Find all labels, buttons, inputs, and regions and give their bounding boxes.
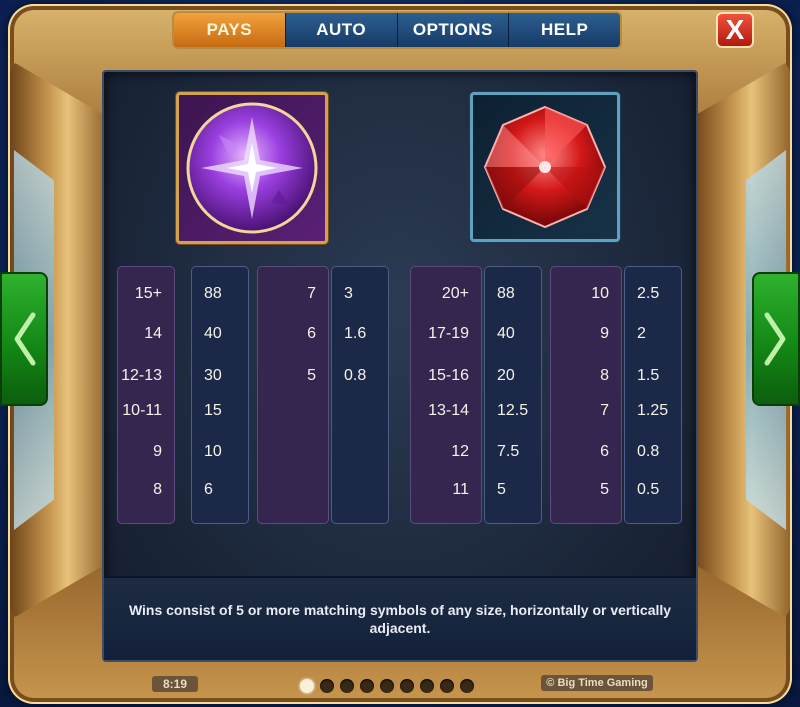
count-cell: 9 <box>600 325 609 342</box>
pay-cell: 0.5 <box>637 481 660 498</box>
red-gem-icon <box>470 92 620 242</box>
pay-cell: 20 <box>497 367 515 384</box>
pay-cell: 88 <box>204 285 222 302</box>
count-cell: 6 <box>307 325 316 342</box>
count-cell: 9 <box>153 443 162 460</box>
count-cell: 5 <box>600 481 609 498</box>
count-cell: 15-16 <box>428 367 469 384</box>
pay-cell: 12.5 <box>497 402 529 419</box>
brand-label: © Big Time Gaming <box>541 675 653 691</box>
count-cell: 10-11 <box>122 402 162 419</box>
page-dot[interactable] <box>460 679 474 693</box>
page-dot[interactable] <box>440 679 454 693</box>
page-dot[interactable] <box>360 679 374 693</box>
pay-cell: 3 <box>344 285 353 302</box>
page-dot[interactable] <box>380 679 394 693</box>
pay-cell: 0.8 <box>637 443 660 460</box>
pay-cell: 88 <box>497 285 515 302</box>
count-cell: 8 <box>153 481 162 498</box>
page-dot[interactable] <box>420 679 434 693</box>
paytable-panel: 15+ 14 12-13 10-11 9 8 88 40 30 15 10 6 … <box>102 70 698 662</box>
purple-pay-column-1: 88 40 30 15 10 6 <box>191 266 249 524</box>
tab-help[interactable]: HELP <box>509 13 620 47</box>
tab-auto[interactable]: AUTO <box>285 13 398 47</box>
pay-cell: 5 <box>497 481 506 498</box>
previous-page-button[interactable] <box>0 272 48 406</box>
count-cell: 14 <box>144 325 162 342</box>
red-count-column-2: 10 9 8 7 6 5 <box>550 266 622 524</box>
pay-cell: 1.25 <box>637 402 669 419</box>
pay-cell: 2.5 <box>637 285 660 302</box>
count-cell: 15+ <box>134 285 162 302</box>
tab-pays[interactable]: PAYS <box>174 13 286 47</box>
chevron-right-icon <box>764 312 786 366</box>
red-pay-column-1: 88 40 20 12.5 7.5 5 <box>484 266 542 524</box>
red-count-column-1: 20+ 17-19 15-16 13-14 12 11 <box>410 266 482 524</box>
pay-cell: 6 <box>204 481 213 498</box>
pay-cell: 7.5 <box>497 443 520 460</box>
count-cell: 8 <box>600 367 609 384</box>
count-cell: 7 <box>307 285 316 302</box>
count-cell: 13-14 <box>428 402 469 419</box>
page-dot[interactable] <box>320 679 334 693</box>
rules-description: Wins consist of 5 or more matching symbo… <box>128 602 672 636</box>
purple-count-column-1: 15+ 14 12-13 10-11 9 8 <box>117 266 175 524</box>
count-cell: 20+ <box>441 285 469 302</box>
pay-cell: 30 <box>204 367 222 384</box>
count-cell: 12-13 <box>121 367 162 384</box>
next-page-button[interactable] <box>752 272 800 406</box>
tab-options[interactable]: OPTIONS <box>397 13 510 47</box>
count-cell: 5 <box>307 367 316 384</box>
tab-bar: PAYS AUTO OPTIONS HELP <box>172 11 622 49</box>
page-dot[interactable] <box>300 679 314 693</box>
count-cell: 6 <box>600 443 609 460</box>
page-dot[interactable] <box>400 679 414 693</box>
pay-cell: 1.6 <box>344 325 367 342</box>
pay-cell: 15 <box>204 402 222 419</box>
pay-cell: 10 <box>204 443 222 460</box>
count-cell: 17-19 <box>428 325 469 342</box>
count-cell: 10 <box>591 285 609 302</box>
purple-pay-column-2: 3 1.6 0.8 <box>331 266 389 524</box>
close-button[interactable]: X <box>716 12 754 48</box>
pay-cell: 40 <box>204 325 222 342</box>
chevron-left-icon <box>14 312 36 366</box>
purple-count-column-2: 7 6 5 <box>257 266 329 524</box>
count-cell: 11 <box>452 481 469 498</box>
count-cell: 12 <box>451 443 469 460</box>
red-pay-column-2: 2.5 2 1.5 1.25 0.8 0.5 <box>624 266 682 524</box>
page-dot[interactable] <box>340 679 354 693</box>
purple-crystal-orb-icon <box>176 92 328 244</box>
pay-cell: 0.8 <box>344 367 367 384</box>
page-indicator <box>300 679 474 693</box>
pay-cell: 40 <box>497 325 515 342</box>
clock: 8:19 <box>152 676 198 692</box>
pay-cell: 1.5 <box>637 367 660 384</box>
rules-footer: Wins consist of 5 or more matching symbo… <box>104 576 696 660</box>
pay-cell: 2 <box>637 325 646 342</box>
count-cell: 7 <box>600 402 609 419</box>
